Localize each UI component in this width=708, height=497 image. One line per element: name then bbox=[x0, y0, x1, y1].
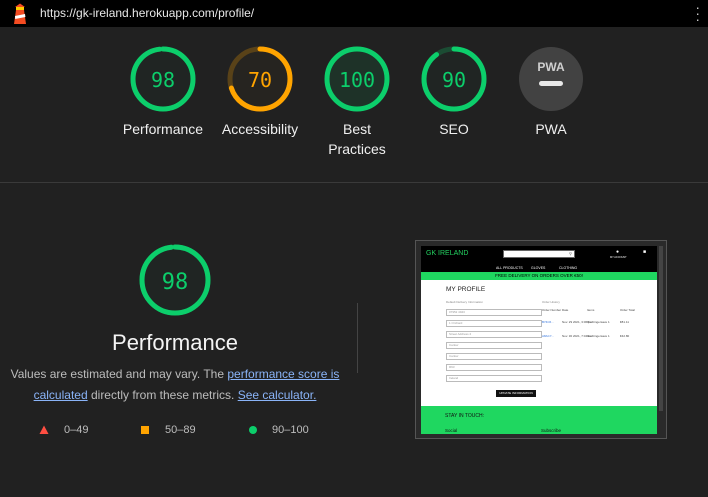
legend-average: 50–89 bbox=[140, 424, 196, 436]
footer-social: Social bbox=[445, 428, 458, 433]
more-menu-icon[interactable]: · · · bbox=[695, 0, 700, 26]
gauge-ring: 90 bbox=[421, 46, 487, 112]
score-value: 90 bbox=[442, 68, 466, 92]
circle-icon bbox=[249, 426, 257, 434]
profile-field: Carlow bbox=[446, 342, 542, 349]
order-col: Items bbox=[587, 308, 595, 312]
site-footer: STAY IN TOUCH: Social Subscribe bbox=[421, 406, 657, 434]
gauge-ring: 100 bbox=[324, 46, 390, 112]
category-description: Values are estimated and may vary. The p… bbox=[0, 364, 350, 406]
site-brand: GK IRELAND bbox=[426, 250, 469, 257]
desc-text-middle: directly from these metrics. bbox=[87, 388, 238, 402]
gauge-best-practices[interactable]: 100 Best Practices bbox=[307, 45, 407, 159]
gauge-ring: 70 bbox=[227, 46, 293, 112]
gauge-label: Best Practices bbox=[307, 119, 407, 159]
legend-fail: 0–49 bbox=[39, 424, 88, 436]
top-bar: https://gk-ireland.herokuapp.com/profile… bbox=[0, 0, 708, 27]
score-value: 70 bbox=[248, 68, 272, 92]
screenshot-scrollbar bbox=[659, 246, 663, 411]
delivery-heading: Default Delivery Information bbox=[446, 300, 484, 304]
gauge-accessibility[interactable]: 70 Accessibility bbox=[210, 45, 310, 139]
profile-field: Street Address 2 bbox=[446, 331, 542, 338]
site-search-box bbox=[503, 250, 575, 258]
site-banner: FREE DELIVERY ON ORDERS OVER €50! bbox=[421, 272, 657, 280]
order-col: Order Number bbox=[542, 308, 562, 312]
square-icon bbox=[141, 426, 149, 434]
profile-title: MY PROFILE bbox=[446, 286, 486, 293]
legend-range: 50–89 bbox=[165, 424, 196, 436]
gauge-seo[interactable]: 90 SEO bbox=[404, 45, 504, 139]
legend-range: 90–100 bbox=[272, 424, 309, 436]
gauge-label: Accessibility bbox=[221, 121, 299, 137]
search-icon: ⚲ bbox=[569, 251, 572, 256]
order-col: Order Total bbox=[620, 308, 635, 312]
site-menu-item: ALL PRODUCTS bbox=[496, 266, 523, 270]
pwa-badge-icon: PWA bbox=[519, 47, 583, 111]
update-button: UPDATE INFORMATION bbox=[496, 390, 536, 397]
order-heading: Order History bbox=[542, 300, 560, 304]
profile-field: Carlow bbox=[446, 353, 542, 360]
profile-field: 1 Orchard bbox=[446, 320, 542, 327]
lighthouse-icon bbox=[14, 3, 26, 24]
order-number: B74C6... bbox=[542, 320, 554, 324]
site-menu-item: GLOVES bbox=[531, 266, 546, 270]
category-title: Performance bbox=[112, 330, 238, 355]
gauge-ring: 98 bbox=[139, 244, 211, 316]
account-label: MY ACCOUNT bbox=[610, 256, 627, 259]
site-navbar: GK IRELAND ⚲ ● MY ACCOUNT ■ bbox=[421, 246, 657, 263]
gauge-label: PWA bbox=[535, 121, 567, 137]
score-value: 98 bbox=[162, 270, 189, 295]
see-calculator-link[interactable]: See calculator. bbox=[238, 388, 317, 402]
gauge-label-line1: Best bbox=[342, 121, 371, 137]
final-screenshot[interactable]: GK IRELAND ⚲ ● MY ACCOUNT ■ ALL PRODUCTS… bbox=[415, 240, 667, 439]
order-number: A8AC7... bbox=[542, 334, 555, 338]
order-items: Rio Fingersave 1 bbox=[587, 334, 610, 338]
gauge-label: Performance bbox=[122, 121, 204, 137]
footer-subscribe: Subscribe bbox=[541, 428, 562, 433]
order-items: Rio Fingersave 1 bbox=[587, 320, 610, 324]
pwa-badge-text: PWA bbox=[537, 60, 565, 74]
screenshot-page: GK IRELAND ⚲ ● MY ACCOUNT ■ ALL PRODUCTS… bbox=[421, 246, 657, 434]
page-url[interactable]: https://gk-ireland.herokuapp.com/profile… bbox=[40, 6, 254, 20]
legend-range: 0–49 bbox=[64, 424, 89, 436]
gauge-label-line2: Practices bbox=[328, 141, 386, 157]
profile-field: 07952 4943 bbox=[446, 309, 542, 316]
desc-text: Values are estimated and may vary. The bbox=[10, 367, 228, 381]
bag-icon: ■ bbox=[643, 249, 647, 255]
gauge-ring: 98 bbox=[130, 46, 196, 112]
profile-field: Ireland bbox=[446, 375, 542, 382]
legend-pass: 90–100 bbox=[248, 424, 309, 436]
order-total: €42.80 bbox=[620, 334, 630, 338]
account-icon: ● bbox=[616, 249, 620, 255]
gauge-performance[interactable]: 98 Performance bbox=[113, 45, 213, 139]
site-menu: ALL PRODUCTS GLOVES CLOTHING bbox=[421, 263, 657, 272]
profile-field: R93 bbox=[446, 364, 542, 371]
footer-heading: STAY IN TOUCH: bbox=[445, 413, 484, 419]
triangle-icon bbox=[39, 425, 49, 434]
gauge-pwa[interactable]: PWA PWA bbox=[501, 45, 601, 139]
gauge-label: SEO bbox=[439, 121, 469, 137]
vertical-divider bbox=[357, 303, 358, 373]
site-menu-item: CLOTHING bbox=[559, 266, 578, 270]
order-col: Date bbox=[562, 308, 569, 312]
score-value: 100 bbox=[339, 68, 375, 92]
section-divider bbox=[0, 182, 708, 183]
gauge-performance-large: 98 bbox=[125, 243, 225, 317]
score-value: 98 bbox=[151, 68, 175, 92]
order-total: €81.11 bbox=[620, 320, 629, 324]
